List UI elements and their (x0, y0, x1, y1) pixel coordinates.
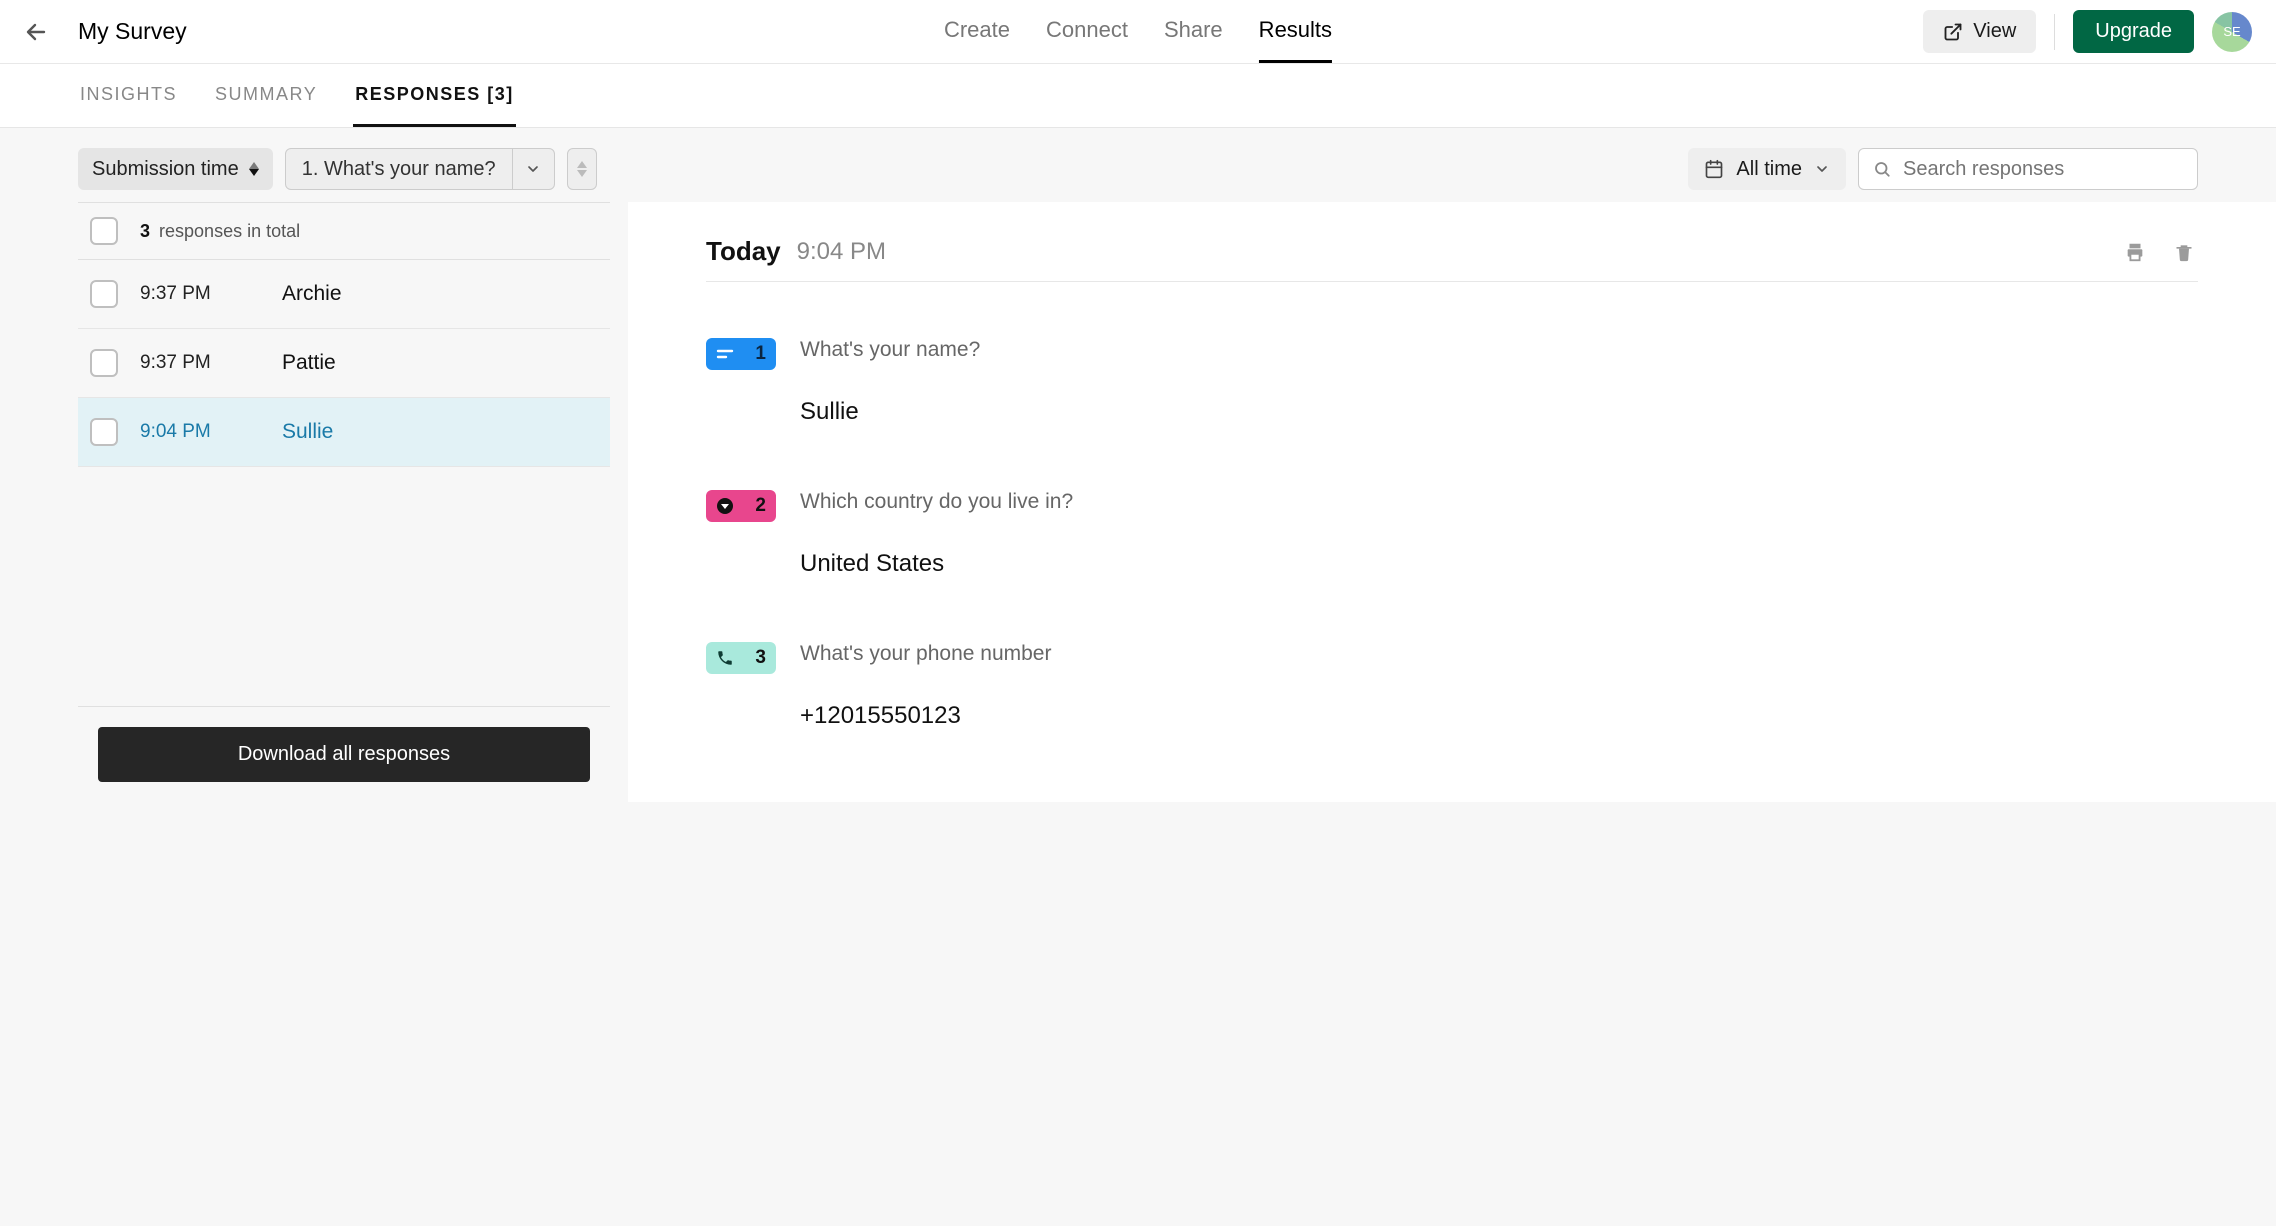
answer-text: Sullie (800, 398, 2198, 426)
dropdown-icon (716, 497, 734, 515)
download-all-button[interactable]: Download all responses (98, 727, 590, 782)
sort-icon (249, 162, 259, 176)
top-bar: My Survey Create Connect Share Results V… (0, 0, 2276, 64)
tab-connect[interactable]: Connect (1046, 0, 1128, 63)
survey-title: My Survey (78, 18, 187, 45)
triangle-up-icon (577, 161, 587, 168)
detail-time: 9:04 PM (797, 238, 886, 266)
avatar[interactable]: SE (2212, 12, 2252, 52)
response-list: 3 responses in total 9:37 PM Archie 9:37… (78, 202, 610, 802)
trash-icon (2174, 241, 2194, 263)
question-selector[interactable]: 1. What's your name? (285, 148, 555, 190)
chevron-down-icon (1814, 161, 1830, 177)
secondary-sort[interactable] (567, 148, 597, 190)
list-header: 3 responses in total (78, 202, 610, 260)
view-label: View (1973, 20, 2016, 43)
divider (2054, 14, 2055, 50)
response-row[interactable]: 9:37 PM Pattie (78, 329, 610, 398)
response-detail: Today 9:04 PM 1 What's your name? (628, 202, 2276, 802)
row-time: 9:37 PM (140, 352, 260, 374)
print-button[interactable] (2120, 237, 2150, 267)
short-text-icon (716, 348, 734, 360)
sort-selector[interactable]: Submission time (78, 148, 273, 190)
subtab-insights[interactable]: Insights (78, 64, 179, 127)
row-checkbox[interactable] (90, 349, 118, 377)
detail-today: Today (706, 236, 781, 267)
question-row: 3 What's your phone number (706, 642, 2198, 674)
delete-button[interactable] (2170, 237, 2198, 267)
row-name: Sullie (282, 420, 333, 444)
tab-results[interactable]: Results (1259, 0, 1332, 63)
search-icon (1873, 160, 1891, 178)
tab-create[interactable]: Create (944, 0, 1010, 63)
search-input[interactable] (1903, 158, 2183, 181)
response-count: 3 responses in total (140, 221, 300, 242)
back-button[interactable] (22, 18, 50, 46)
date-label: All time (1736, 158, 1802, 181)
phone-icon (716, 649, 734, 667)
main-tabs: Create Connect Share Results (944, 0, 1332, 63)
tab-share[interactable]: Share (1164, 0, 1223, 63)
question-row: 1 What's your name? (706, 338, 2198, 370)
row-checkbox[interactable] (90, 418, 118, 446)
filter-row: Submission time 1. What's your name? All… (0, 128, 2276, 202)
question-badge: 2 (706, 490, 776, 522)
calendar-icon (1704, 159, 1724, 179)
arrow-left-icon (24, 20, 48, 44)
download-bar: Download all responses (78, 706, 610, 802)
response-row[interactable]: 9:37 PM Archie (78, 260, 610, 329)
sub-tabs: Insights Summary Responses [3] (0, 64, 2276, 128)
print-icon (2124, 241, 2146, 263)
answer-text: United States (800, 550, 2198, 578)
response-row[interactable]: 9:04 PM Sullie (78, 398, 610, 467)
row-checkbox[interactable] (90, 280, 118, 308)
date-filter[interactable]: All time (1688, 148, 1846, 190)
view-button[interactable]: View (1923, 10, 2036, 53)
question-label: 1. What's your name? (286, 149, 512, 189)
question-badge: 1 (706, 338, 776, 370)
row-time: 9:04 PM (140, 421, 260, 443)
answer-text: +12015550123 (800, 702, 2198, 730)
subtab-summary[interactable]: Summary (213, 64, 319, 127)
search-box[interactable] (1858, 148, 2198, 190)
chevron-down-icon (512, 149, 554, 189)
question-badge: 3 (706, 642, 776, 674)
sort-label: Submission time (92, 158, 239, 181)
row-name: Archie (282, 282, 342, 306)
row-time: 9:37 PM (140, 283, 260, 305)
subtab-responses[interactable]: Responses [3] (353, 64, 516, 127)
select-all-checkbox[interactable] (90, 217, 118, 245)
detail-header: Today 9:04 PM (706, 236, 2198, 282)
question-text: Which country do you live in? (800, 490, 1073, 514)
question-text: What's your phone number (800, 642, 1051, 666)
question-text: What's your name? (800, 338, 980, 362)
external-link-icon (1943, 22, 1963, 42)
row-name: Pattie (282, 351, 336, 375)
upgrade-button[interactable]: Upgrade (2073, 10, 2194, 53)
triangle-down-icon (577, 170, 587, 177)
question-row: 2 Which country do you live in? (706, 490, 2198, 522)
